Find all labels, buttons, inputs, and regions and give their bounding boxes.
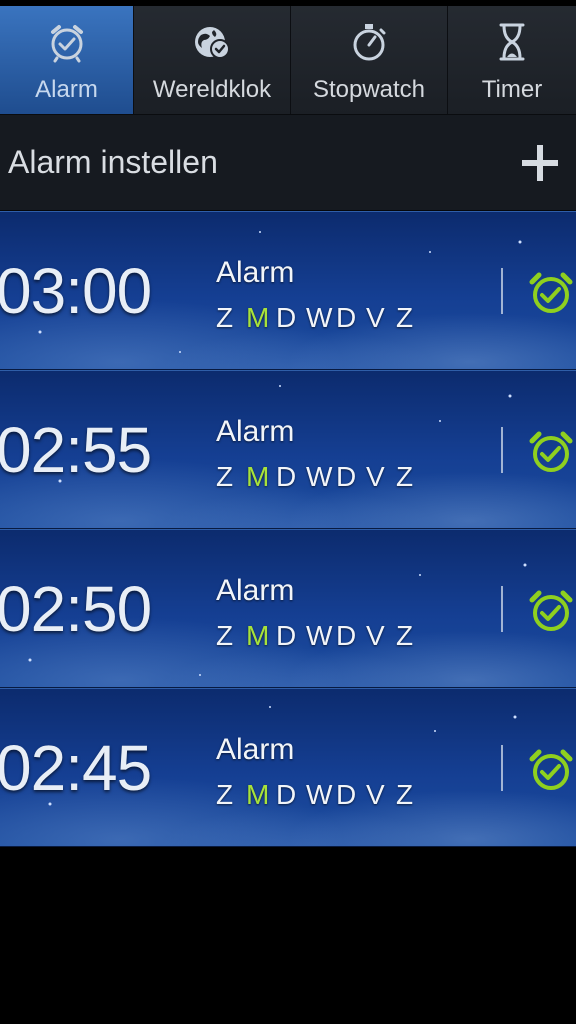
- tab-world-clock[interactable]: Wereldklok: [134, 6, 291, 114]
- divider: [501, 586, 503, 632]
- day-tuesday: D: [276, 620, 297, 651]
- day-thursday: D: [336, 779, 357, 810]
- alarm-name: Alarm: [216, 415, 295, 448]
- day-saturday: Z: [396, 620, 414, 651]
- alarm-time: 03:00: [0, 255, 152, 327]
- alarm-name: Alarm: [216, 256, 295, 289]
- hourglass-icon: [499, 23, 525, 61]
- day-monday: M: [246, 779, 270, 810]
- alarm-item[interactable]: 02:45 Alarm Z M D W D V Z: [0, 688, 576, 847]
- day-monday: M: [246, 620, 270, 651]
- header-title: Alarm instellen: [8, 144, 218, 180]
- day-wednesday: W: [306, 620, 333, 651]
- tab-bar: Alarm Wereldklok Stopwatch Timer: [0, 6, 576, 115]
- day-tuesday: D: [276, 302, 297, 333]
- day-monday: M: [246, 461, 270, 492]
- tab-timer[interactable]: Timer: [448, 6, 576, 114]
- day-saturday: Z: [396, 302, 414, 333]
- alarm-list: 03:00 Alarm Z M D W D V Z 02:55 Alarm Z …: [0, 211, 576, 847]
- alarm-days: Z M D W D V Z: [216, 620, 426, 652]
- day-sunday: Z: [216, 620, 234, 651]
- tab-label: Alarm: [35, 76, 98, 103]
- tab-label: Stopwatch: [312, 76, 426, 103]
- alarm-item[interactable]: 02:55 Alarm Z M D W D V Z: [0, 370, 576, 529]
- divider: [501, 268, 503, 314]
- alarm-clock-icon: [50, 25, 83, 63]
- alarm-on-icon[interactable]: [526, 586, 576, 636]
- alarm-on-icon[interactable]: [526, 268, 576, 318]
- alarm-days: Z M D W D V Z: [216, 779, 426, 811]
- day-sunday: Z: [216, 302, 234, 333]
- tab-stopwatch[interactable]: Stopwatch: [291, 6, 448, 114]
- day-friday: V: [366, 461, 385, 492]
- day-saturday: Z: [396, 779, 414, 810]
- day-saturday: Z: [396, 461, 414, 492]
- day-wednesday: W: [306, 779, 333, 810]
- day-friday: V: [366, 620, 385, 651]
- alarm-days: Z M D W D V Z: [216, 461, 426, 493]
- day-monday: M: [246, 302, 270, 333]
- divider: [501, 427, 503, 473]
- day-friday: V: [366, 779, 385, 810]
- day-sunday: Z: [216, 779, 234, 810]
- day-thursday: D: [336, 620, 357, 651]
- alarm-name: Alarm: [216, 733, 295, 766]
- stopwatch-icon: [353, 24, 386, 61]
- day-thursday: D: [336, 302, 357, 333]
- day-tuesday: D: [276, 461, 297, 492]
- alarm-time: 02:55: [0, 414, 152, 486]
- alarm-time: 02:50: [0, 573, 152, 645]
- world-clock-icon: [195, 27, 230, 59]
- alarm-days: Z M D W D V Z: [216, 302, 426, 334]
- alarm-item[interactable]: 02:50 Alarm Z M D W D V Z: [0, 529, 576, 688]
- add-alarm-button[interactable]: [512, 135, 568, 191]
- day-thursday: D: [336, 461, 357, 492]
- day-sunday: Z: [216, 461, 234, 492]
- alarm-item[interactable]: 03:00 Alarm Z M D W D V Z: [0, 211, 576, 370]
- plus-icon: [522, 144, 558, 181]
- alarm-name: Alarm: [216, 574, 295, 607]
- empty-area: [0, 847, 576, 1022]
- day-wednesday: W: [306, 302, 333, 333]
- tab-label: Timer: [481, 76, 543, 103]
- alarm-on-icon[interactable]: [526, 427, 576, 477]
- tab-alarm[interactable]: Alarm: [0, 6, 134, 114]
- divider: [501, 745, 503, 791]
- header: Alarm instellen: [0, 115, 576, 211]
- alarm-on-icon[interactable]: [526, 745, 576, 795]
- alarm-time: 02:45: [0, 732, 152, 804]
- day-tuesday: D: [276, 779, 297, 810]
- day-friday: V: [366, 302, 385, 333]
- day-wednesday: W: [306, 461, 333, 492]
- tab-label: Wereldklok: [152, 76, 272, 103]
